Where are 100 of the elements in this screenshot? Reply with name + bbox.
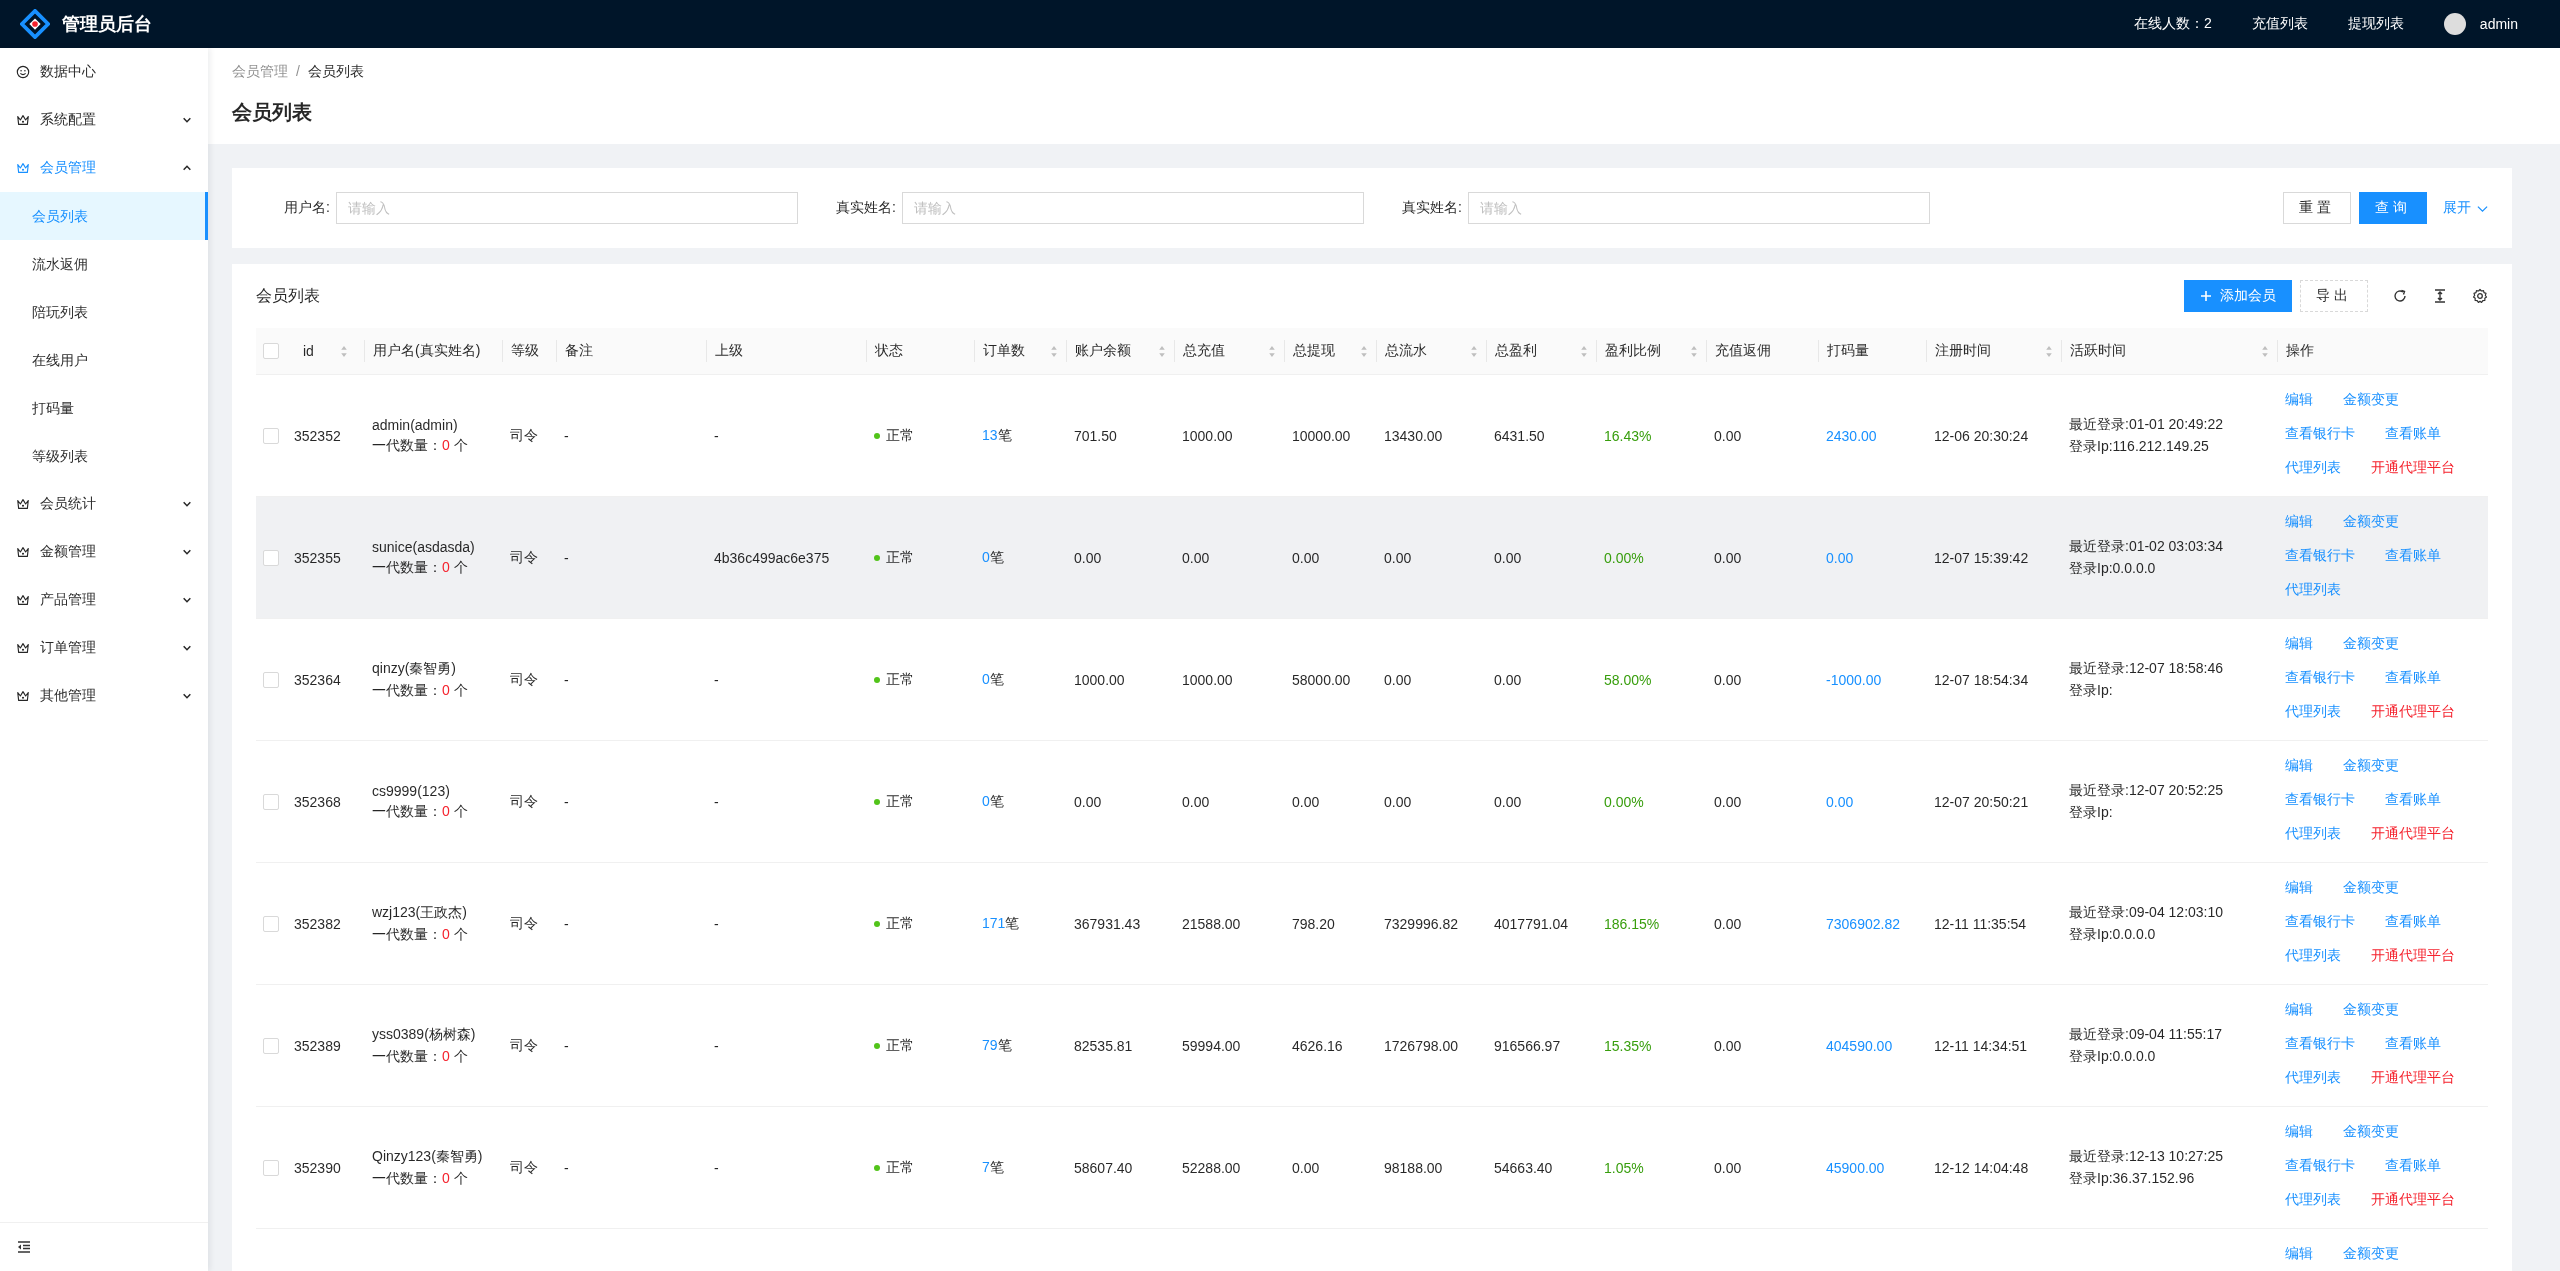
action-link[interactable]: 金额变更	[2343, 755, 2399, 775]
sort-icon[interactable]	[1470, 344, 1478, 358]
row-checkbox[interactable]	[263, 427, 279, 444]
sort-icon[interactable]	[2045, 344, 2053, 358]
action-link[interactable]: 查看银行卡	[2285, 911, 2355, 931]
menu-fold-icon[interactable]	[16, 1239, 32, 1255]
order-count[interactable]: 0笔	[982, 670, 1004, 689]
action-link[interactable]: 金额变更	[2343, 877, 2399, 897]
column-header[interactable]: 注册时间	[1926, 340, 2061, 362]
column-header[interactable]: 总提现	[1284, 340, 1376, 362]
avatar-icon[interactable]	[2443, 13, 2466, 35]
action-link[interactable]: 查看银行卡	[2285, 1155, 2355, 1175]
action-link[interactable]: 编辑	[2285, 389, 2313, 409]
action-link[interactable]: 查看银行卡	[2285, 545, 2355, 565]
action-link[interactable]: 查看账单	[2385, 545, 2441, 565]
row-checkbox[interactable]	[263, 671, 279, 688]
column-header[interactable]: 总流水	[1376, 340, 1486, 362]
search-input[interactable]: 请输入	[1468, 192, 1930, 224]
betting-amount[interactable]: 7306902.82	[1826, 915, 1900, 932]
action-link[interactable]: 开通代理平台	[2371, 823, 2455, 843]
action-link[interactable]: 查看账单	[2385, 423, 2441, 443]
order-count[interactable]: 0笔	[982, 548, 1004, 567]
action-link[interactable]: 开通代理平台	[2371, 1067, 2455, 1087]
column-header[interactable]: 总盈利	[1486, 340, 1596, 362]
action-link[interactable]: 金额变更	[2343, 389, 2399, 409]
column-header[interactable]: 订单数	[974, 340, 1066, 362]
action-link[interactable]: 开通代理平台	[2371, 945, 2455, 965]
betting-amount[interactable]: 0.00	[1826, 549, 1854, 566]
action-link[interactable]: 开通代理平台	[2371, 457, 2455, 477]
settings-icon[interactable]	[2472, 288, 2488, 304]
action-link[interactable]: 编辑	[2285, 877, 2313, 897]
action-link[interactable]: 代理列表	[2285, 457, 2341, 477]
sort-icon[interactable]	[2261, 344, 2269, 358]
submenu-item[interactable]: 打码量	[0, 384, 208, 432]
nav-link[interactable]: 充值列表	[2251, 15, 2308, 33]
action-link[interactable]: 查看银行卡	[2285, 1033, 2355, 1053]
submenu-item[interactable]: 会员列表	[0, 192, 208, 240]
search-input[interactable]: 请输入	[902, 192, 1364, 224]
action-link[interactable]: 开通代理平台	[2371, 701, 2455, 721]
action-link[interactable]: 编辑	[2285, 755, 2313, 775]
sort-icon[interactable]	[1158, 344, 1166, 358]
action-link[interactable]: 代理列表	[2285, 945, 2341, 965]
action-link[interactable]: 查看账单	[2385, 1033, 2441, 1053]
sort-icon[interactable]	[1690, 344, 1698, 358]
action-link[interactable]: 代理列表	[2285, 823, 2341, 843]
order-count[interactable]: 0笔	[982, 792, 1004, 811]
submenu-item[interactable]: 在线用户	[0, 336, 208, 384]
nav-link[interactable]: 提现列表	[2347, 15, 2404, 33]
add-member-button[interactable]: 添加会员	[2184, 280, 2292, 312]
action-link[interactable]: 查看账单	[2385, 911, 2441, 931]
column-header[interactable]: id	[294, 340, 356, 362]
column-header[interactable]: 盈利比例	[1596, 340, 1706, 362]
breadcrumb-item[interactable]: 会员管理	[232, 60, 288, 82]
menu-item[interactable]: 数据中心	[0, 48, 208, 96]
order-count[interactable]: 7笔	[982, 1158, 1004, 1177]
action-link[interactable]: 金额变更	[2343, 633, 2399, 653]
action-link[interactable]: 编辑	[2285, 511, 2313, 531]
action-link[interactable]: 查看账单	[2385, 1155, 2441, 1175]
menu-item[interactable]: 会员管理	[0, 144, 208, 192]
reload-icon[interactable]	[2392, 288, 2408, 304]
action-link[interactable]: 查看账单	[2385, 667, 2441, 687]
action-link[interactable]: 金额变更	[2343, 1121, 2399, 1141]
search-input[interactable]: 请输入	[336, 192, 798, 224]
action-link[interactable]: 代理列表	[2285, 579, 2341, 599]
query-button[interactable]: 查询	[2359, 192, 2427, 224]
action-link[interactable]: 代理列表	[2285, 1067, 2341, 1087]
submenu-item[interactable]: 流水返佣	[0, 240, 208, 288]
order-count[interactable]: 13笔	[982, 426, 1012, 445]
row-checkbox[interactable]	[263, 793, 279, 810]
column-header[interactable]: 账户余额	[1066, 340, 1174, 362]
betting-amount[interactable]: 45900.00	[1826, 1159, 1885, 1176]
action-link[interactable]: 代理列表	[2285, 1189, 2341, 1209]
menu-item[interactable]: 会员统计	[0, 480, 208, 528]
action-link[interactable]: 查看银行卡	[2285, 667, 2355, 687]
action-link[interactable]: 编辑	[2285, 1121, 2313, 1141]
sort-icon[interactable]	[1050, 344, 1058, 358]
column-header[interactable]: 总充值	[1174, 340, 1284, 362]
menu-item[interactable]: 系统配置	[0, 96, 208, 144]
menu-item[interactable]: 金额管理	[0, 528, 208, 576]
row-checkbox[interactable]	[263, 549, 279, 566]
action-link[interactable]: 代理列表	[2285, 701, 2341, 721]
export-button[interactable]: 导出	[2300, 280, 2368, 312]
action-link[interactable]: 金额变更	[2343, 511, 2399, 531]
order-count[interactable]: 171笔	[982, 914, 1020, 933]
betting-amount[interactable]: 2430.00	[1826, 427, 1877, 444]
user-name[interactable]: admin	[2479, 16, 2518, 32]
reset-button[interactable]: 重置	[2283, 192, 2351, 224]
action-link[interactable]: 编辑	[2285, 1243, 2313, 1263]
action-link[interactable]: 开通代理平台	[2371, 1189, 2455, 1209]
row-checkbox[interactable]	[263, 1159, 279, 1176]
betting-amount[interactable]: 0.00	[1826, 793, 1854, 810]
action-link[interactable]: 查看银行卡	[2285, 423, 2355, 443]
order-count[interactable]: 79笔	[982, 1036, 1012, 1055]
submenu-item[interactable]: 陪玩列表	[0, 288, 208, 336]
sort-icon[interactable]	[1360, 344, 1368, 358]
action-link[interactable]: 金额变更	[2343, 999, 2399, 1019]
select-all-checkbox[interactable]	[263, 343, 279, 359]
sort-icon[interactable]	[1268, 344, 1276, 358]
action-link[interactable]: 查看银行卡	[2285, 789, 2355, 809]
sort-icon[interactable]	[1580, 344, 1588, 358]
